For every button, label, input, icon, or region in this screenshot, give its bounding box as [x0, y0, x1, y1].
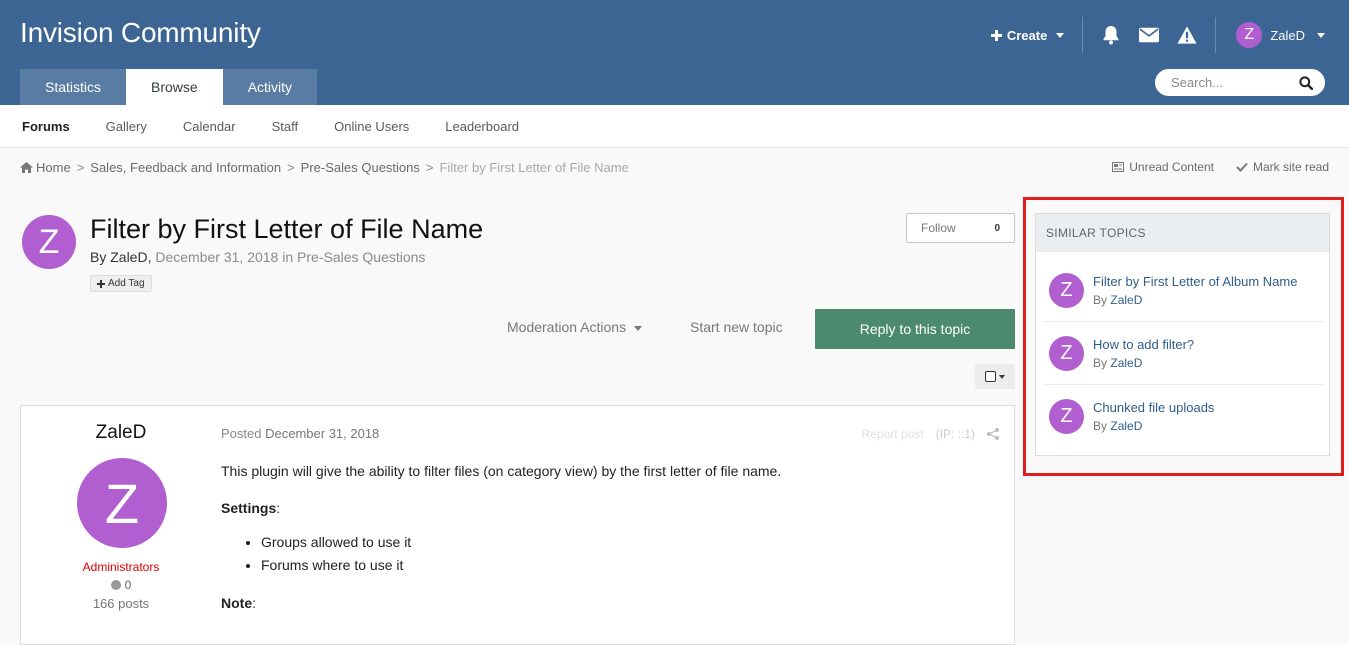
chevron-right-icon: > — [425, 160, 434, 175]
mark-site-read-label: Mark site read — [1252, 160, 1329, 174]
subnav-item-forums[interactable]: Forums — [22, 119, 70, 134]
main-tabs: Statistics Browse Activity — [20, 69, 318, 105]
subnav-item-staff[interactable]: Staff — [272, 119, 299, 134]
newspaper-icon — [1112, 162, 1125, 172]
subnav-item-calendar[interactable]: Calendar — [183, 119, 236, 134]
notification-icons — [1083, 25, 1215, 45]
subnav-item-leaderboard[interactable]: Leaderboard — [445, 119, 519, 134]
avatar: Z — [1236, 22, 1263, 48]
follow-label: Follow — [921, 221, 956, 235]
moderation-actions-button[interactable]: Moderation Actions — [507, 319, 642, 335]
mark-site-read-link[interactable]: Mark site read — [1236, 160, 1329, 174]
bell-icon[interactable] — [1101, 25, 1121, 45]
search-input[interactable] — [1171, 75, 1281, 90]
breadcrumb-actions: Unread Content Mark site read — [1112, 160, 1329, 174]
highlight-box — [1023, 197, 1344, 476]
site-logo[interactable]: Invision Community — [20, 17, 261, 49]
post-intro: This plugin will give the ability to fil… — [221, 463, 782, 479]
envelope-icon[interactable] — [1139, 25, 1160, 45]
post: ZaleD Z Administrators 0 166 posts Poste… — [20, 405, 1015, 645]
follow-button[interactable]: Follow 0 — [906, 213, 1015, 243]
create-label: Create — [1006, 27, 1048, 43]
topic-by: By — [90, 249, 107, 265]
user-bar: Create Z ZaleD — [990, 17, 1325, 53]
list-item: Groups allowed to use it — [261, 531, 991, 554]
settings-list: Groups allowed to use it Forums where to… — [261, 531, 991, 577]
post-content: This plugin will give the ability to fil… — [221, 462, 991, 631]
start-new-topic-button[interactable]: Start new topic — [690, 319, 783, 335]
post-author-name[interactable]: ZaleD — [21, 422, 221, 444]
breadcrumb: Home > Sales, Feedback and Information >… — [20, 160, 629, 175]
unread-content-link[interactable]: Unread Content — [1112, 160, 1214, 174]
post-tools: Report post (IP: ::1) — [862, 427, 999, 441]
tab-browse[interactable]: Browse — [126, 69, 223, 105]
checkbox-icon — [985, 371, 996, 382]
post-date: Posted December 31, 2018 — [221, 426, 379, 441]
reply-button[interactable]: Reply to this topic — [815, 309, 1015, 349]
caret-down-icon — [999, 374, 1005, 379]
user-menu[interactable]: Z ZaleD — [1216, 22, 1325, 48]
caret-down-icon — [633, 325, 642, 331]
tab-statistics[interactable]: Statistics — [20, 69, 127, 105]
unread-content-label: Unread Content — [1129, 160, 1214, 174]
breadcrumb-sales[interactable]: Sales, Feedback and Information — [90, 160, 281, 175]
sub-navigation: Forums Gallery Calendar Staff Online Use… — [0, 105, 1349, 148]
reputation-count: 0 — [124, 578, 132, 592]
subnav-item-gallery[interactable]: Gallery — [106, 119, 147, 134]
plus-icon — [97, 279, 105, 288]
post-ip: (IP: ::1) — [935, 427, 975, 441]
home-icon — [20, 162, 33, 173]
breadcrumb-current: Filter by First Letter of File Name — [439, 160, 629, 175]
reputation-dot-icon — [110, 580, 121, 590]
chevron-right-icon: > — [287, 160, 295, 175]
share-icon[interactable] — [987, 428, 999, 440]
settings-heading: Settings: — [221, 499, 281, 516]
add-tag-button[interactable]: Add Tag — [90, 275, 152, 292]
check-icon — [1236, 162, 1248, 172]
username: ZaleD — [1270, 27, 1305, 43]
plus-icon — [990, 29, 1002, 41]
add-tag-label: Add Tag — [108, 278, 145, 289]
breadcrumb-pre-sales[interactable]: Pre-Sales Questions — [301, 160, 420, 175]
page-title: Filter by First Letter of File Name — [90, 214, 484, 244]
report-post-link[interactable]: Report post — [862, 427, 924, 441]
topic-author-avatar[interactable]: Z — [22, 215, 76, 269]
caret-down-icon — [1056, 32, 1065, 38]
reputation-badge: 0 — [21, 578, 221, 592]
topic-in: in — [282, 249, 294, 265]
note-heading: Note: — [221, 595, 257, 612]
chevron-right-icon: > — [76, 160, 85, 175]
post-author-avatar[interactable]: Z — [77, 458, 167, 548]
topic-author-link[interactable]: ZaleD — [110, 249, 147, 265]
follow-count: 0 — [994, 222, 1000, 234]
site-header: Invision Community Create Z ZaleD Statis… — [0, 0, 1349, 105]
topic-date: December 31, 2018 — [155, 249, 279, 265]
posted-prefix: Posted — [221, 426, 262, 441]
breadcrumb-home[interactable]: Home — [36, 160, 71, 175]
moderation-actions-label: Moderation Actions — [507, 319, 627, 335]
create-menu-button[interactable]: Create — [990, 27, 1082, 43]
topic-forum-link[interactable]: Pre-Sales Questions — [297, 249, 425, 265]
caret-down-icon — [1317, 32, 1325, 38]
list-item: Forums where to use it — [261, 554, 991, 577]
search-icon[interactable] — [1299, 75, 1313, 90]
search-box — [1155, 69, 1325, 96]
post-count: 166 posts — [92, 596, 150, 611]
warning-icon[interactable] — [1177, 25, 1197, 45]
post-author-group: Administrators — [82, 560, 160, 574]
tab-activity[interactable]: Activity — [222, 69, 318, 105]
subnav-item-online-users[interactable]: Online Users — [334, 119, 409, 134]
topic-meta: By ZaleD, December 31, 2018 in Pre-Sales… — [90, 249, 426, 265]
multimod-checkbox[interactable] — [975, 364, 1015, 389]
posted-date: December 31, 2018 — [265, 426, 380, 441]
